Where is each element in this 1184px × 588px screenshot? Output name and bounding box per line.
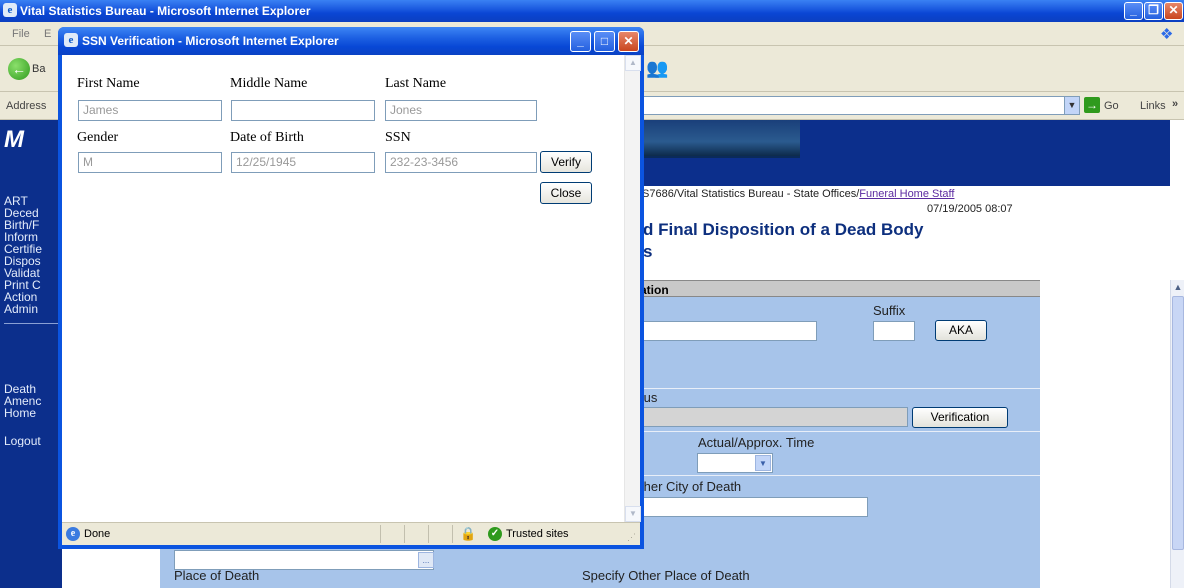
close-button[interactable]: ✕ [1164,2,1183,20]
other-city-input[interactable] [640,497,868,517]
page-scrollbar[interactable]: ▲ [1170,280,1184,588]
popup-content: First Name Middle Name Last Name James J… [62,55,641,522]
check-icon: ✓ [488,527,502,541]
aka-button[interactable]: AKA [935,320,987,341]
nav-item-validate[interactable]: Validat [4,268,62,279]
gender-label: Gender [77,130,119,145]
nav-item-admin[interactable]: Admin [4,304,62,315]
nav-divider [4,323,58,324]
status-divider [380,525,381,543]
ssn-label: SSN [385,130,411,145]
go-label[interactable]: Go [1104,100,1119,112]
other-place-label: Specify Other Place of Death [582,568,750,583]
go-arrow-icon[interactable]: → [1084,97,1100,113]
place-of-death-label: Place of Death [174,568,260,583]
timestamp: 07/19/2005 08:07 [927,203,1013,215]
chevron-right-icon[interactable]: » [1172,98,1178,110]
city-input[interactable] [174,550,434,570]
suffix-input[interactable] [873,321,915,341]
time-label: Actual/Approx. Time [698,435,815,450]
agency-logo: M [4,126,24,153]
security-zone: Trusted sites [506,528,569,540]
name-input[interactable] [640,321,817,341]
nav-item-home[interactable]: Home [4,408,62,419]
middle-name-label: Middle Name [230,76,308,91]
nav-item-amend[interactable]: Amenc [4,396,62,407]
ie-icon: e [64,33,78,47]
chevron-down-icon[interactable]: ▼ [755,455,771,471]
ssn-verification-window: e SSN Verification - Microsoft Internet … [58,27,644,549]
first-name-input[interactable]: James [78,100,222,121]
page-title: d Final Disposition of a Dead Body [643,220,924,239]
nav-item-death[interactable]: Death [4,384,62,395]
restore-button[interactable]: ❐ [1144,2,1163,20]
address-dropdown-icon[interactable]: ▼ [1064,96,1080,115]
last-name-label: Last Name [385,76,447,91]
scroll-thumb[interactable] [1172,296,1184,550]
page-subtitle: s [643,242,653,261]
nav-item-decedent[interactable]: Deced [4,208,62,219]
status-divider [404,525,405,543]
middle-name-input[interactable] [231,100,375,121]
popup-title: SSN Verification - Microsoft Internet Ex… [82,34,339,48]
verify-button[interactable]: Verify [540,151,592,173]
last-name-input[interactable]: Jones [385,100,537,121]
first-name-label: First Name [77,76,140,91]
popup-status-bar: e Done 🔒 ✓ Trusted sites ⋰ [62,522,640,545]
back-arrow-icon[interactable]: ← [8,58,30,80]
verification-button[interactable]: Verification [912,407,1008,428]
popup-maximize-button[interactable]: □ [594,31,615,52]
lock-icon: 🔒 [460,526,477,541]
scroll-up-icon[interactable]: ▲ [1172,280,1184,294]
nav-item-certifier[interactable]: Certifie [4,244,62,255]
scroll-down-icon[interactable]: ▼ [625,506,641,522]
nav-item-disposition[interactable]: Dispos [4,256,62,267]
popup-close-button[interactable]: ✕ [618,31,639,52]
status-field [640,407,908,427]
left-nav: M ART Deced Birth/F Inform Certifie Disp… [0,120,62,588]
nav-item-print[interactable]: Print C [4,280,62,291]
suffix-label: Suffix [873,303,906,318]
dob-input[interactable]: 12/25/1945 [231,152,375,173]
scroll-up-icon[interactable]: ▲ [625,55,641,71]
nav-item-birth[interactable]: Birth/F [4,220,62,231]
people-icon[interactable]: 👥 [646,58,668,79]
minimize-button[interactable]: _ [1124,2,1143,20]
close-button-popup[interactable]: Close [540,182,592,204]
ie-page-icon: e [66,527,80,541]
main-window-title: Vital Statistics Bureau - Microsoft Inte… [20,4,311,18]
popup-minimize-button[interactable]: _ [570,31,591,52]
status-divider [428,525,429,543]
nav-item-informant[interactable]: Inform [4,232,62,243]
status-text: Done [84,528,111,540]
popup-titlebar[interactable]: e SSN Verification - Microsoft Internet … [58,27,644,55]
address-input[interactable] [640,96,1080,115]
breadcrumb: S7686/Vital Statistics Bureau - State Of… [642,188,954,200]
nav-item-logout[interactable]: Logout [4,436,62,447]
other-city-label: ther City of Death [640,479,742,494]
dob-label: Date of Birth [230,130,304,145]
back-label[interactable]: Ba [32,63,45,75]
links-label[interactable]: Links [1140,100,1166,112]
main-window-titlebar[interactable]: e Vital Statistics Bureau - Microsoft In… [0,0,1184,22]
nav-item-action[interactable]: Action [4,292,62,303]
ssn-input[interactable]: 232-23-3456 [385,152,537,173]
popup-scrollbar[interactable]: ▲ ▼ [624,55,641,522]
menu-edit[interactable]: E [44,28,51,40]
nav-item-art[interactable]: ART [4,196,62,207]
header-photo [640,120,800,158]
resize-grip-icon[interactable]: ⋰ [627,532,636,543]
breadcrumb-link[interactable]: Funeral Home Staff [859,188,954,200]
status-divider [452,525,453,543]
menu-file[interactable]: File [12,28,30,40]
gender-input[interactable]: M [78,152,222,173]
lookup-button[interactable]: ... [418,552,434,568]
windows-flag-icon: ❖ [1160,26,1174,43]
address-label: Address [6,100,47,112]
breadcrumb-path: S7686/Vital Statistics Bureau - State Of… [642,188,860,200]
ie-icon: e [3,3,17,17]
